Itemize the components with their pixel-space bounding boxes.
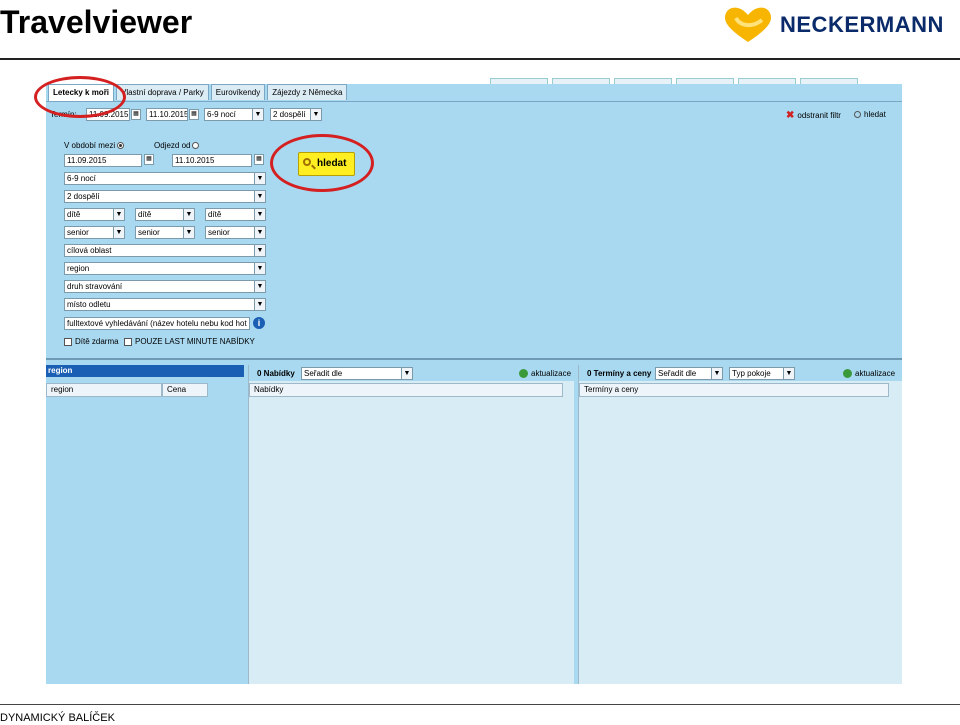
chevron-down-icon: ▼ — [254, 263, 265, 274]
last-minute-checkbox[interactable]: POUZE LAST MINUTE NABÍDKY — [124, 337, 255, 346]
chevron-down-icon: ▼ — [783, 368, 794, 379]
column-region[interactable]: region — [46, 383, 162, 397]
slide-title: Travelviewer — [0, 4, 193, 40]
neckermann-logo: NECKERMANN — [722, 4, 944, 44]
child-select-3[interactable]: dítě ▼ — [205, 208, 266, 221]
form-date-from[interactable]: 11.09.2015 — [64, 154, 142, 167]
region-pane-header: region — [46, 365, 244, 377]
chevron-down-icon: ▼ — [113, 209, 124, 220]
search-icon — [854, 111, 861, 119]
senior-select-2[interactable]: senior ▼ — [135, 226, 195, 239]
offers-refresh-button[interactable]: aktualizace — [519, 369, 571, 379]
toolbar-search-button[interactable]: hledat — [854, 110, 886, 119]
chevron-down-icon: ▼ — [401, 368, 412, 379]
checkbox-icon — [64, 337, 72, 346]
brand-name: NECKERMANN — [780, 12, 944, 37]
fulltext-search-input[interactable]: fulltextové vyhledávání (název hotelu ne… — [64, 317, 250, 330]
terms-toolbar: 0 Termíny a ceny Seřadit dle ▼ Typ pokoje… — [579, 365, 902, 381]
chevron-down-icon: ▼ — [254, 191, 265, 202]
terms-refresh-button[interactable]: aktualizace — [843, 369, 895, 379]
child-select-1[interactable]: dítě ▼ — [64, 208, 125, 221]
destination-select[interactable]: cílová oblast ▼ — [64, 244, 266, 257]
chevron-down-icon: ▼ — [711, 368, 722, 379]
column-price[interactable]: Cena — [162, 383, 208, 397]
chevron-down-icon: ▼ — [254, 299, 265, 310]
offers-sort-select[interactable]: Seřadit dle ▼ — [301, 367, 413, 380]
offers-toolbar: 0 Nabídky Seřadit dle ▼ aktualizace — [249, 365, 574, 381]
calendar-icon[interactable]: ▦ — [189, 109, 199, 120]
highlight-ring-tab — [34, 76, 126, 118]
room-type-select[interactable]: Typ pokoje ▼ — [729, 367, 795, 380]
calendar-icon[interactable]: ▦ — [254, 154, 264, 165]
tab-underline — [46, 101, 902, 102]
chevron-down-icon: ▼ — [254, 281, 265, 292]
adults-select[interactable]: 2 dospělí ▼ — [64, 190, 266, 203]
calendar-icon[interactable]: ▦ — [131, 109, 141, 120]
info-icon[interactable]: i — [253, 317, 265, 329]
refresh-icon — [843, 369, 852, 379]
travelviewer-app: Letecky k moři Vlastní doprava / Parky E… — [46, 78, 902, 684]
radio-icon — [192, 142, 200, 150]
tab-zajezdy-z-nemecka[interactable]: Zájezdy z Německa — [267, 84, 348, 100]
terms-sort-select[interactable]: Seřadit dle ▼ — [655, 367, 723, 380]
radio-icon — [117, 142, 125, 150]
remove-filter-button[interactable]: ✖ odstranit filtr — [786, 110, 841, 121]
offers-pane: 0 Nabídky Seřadit dle ▼ aktualizace Nabíd… — [248, 365, 574, 684]
nights-select[interactable]: 6-9 nocí ▼ — [64, 172, 266, 185]
panel-divider — [46, 358, 902, 360]
chevron-down-icon: ▼ — [183, 227, 194, 238]
chevron-down-icon: ▼ — [254, 227, 265, 238]
departure-place-select[interactable]: místo odletu ▼ — [64, 298, 266, 311]
departure-option[interactable]: Odjezd od — [154, 141, 200, 150]
chevron-down-icon: ▼ — [252, 109, 263, 120]
region-select[interactable]: region ▼ — [64, 262, 266, 275]
senior-select-3[interactable]: senior ▼ — [205, 226, 266, 239]
title-divider — [0, 58, 960, 60]
chevron-down-icon: ▼ — [113, 227, 124, 238]
terms-pane: 0 Termíny a ceny Seřadit dle ▼ Typ pokoje… — [578, 365, 902, 684]
chevron-down-icon: ▼ — [254, 209, 265, 220]
chevron-down-icon: ▼ — [254, 173, 265, 184]
senior-select-1[interactable]: senior ▼ — [64, 226, 125, 239]
toolbar-adults-select[interactable]: 2 dospělí ▼ — [270, 108, 322, 121]
child-select-2[interactable]: dítě ▼ — [135, 208, 195, 221]
toolbar-nights-select[interactable]: 6-9 nocí ▼ — [204, 108, 264, 121]
board-select[interactable]: druh stravování ▼ — [64, 280, 266, 293]
footer-caption: DYNAMICKÝ BALÍČEK — [0, 712, 115, 724]
tab-vlastni-doprava[interactable]: Vlastní doprava / Parky — [116, 84, 209, 100]
footer-divider — [0, 704, 960, 705]
column-offers[interactable]: Nabídky — [249, 383, 563, 397]
form-date-to[interactable]: 11.10.2015 — [172, 154, 252, 167]
tab-strip-stubs — [486, 78, 858, 84]
heart-logo-icon — [724, 7, 772, 42]
tab-eurovikendy[interactable]: Eurovíkendy — [210, 84, 266, 100]
checkbox-icon — [124, 337, 132, 346]
chevron-down-icon: ▼ — [254, 245, 265, 256]
chevron-down-icon: ▼ — [310, 109, 321, 120]
region-pane: region region Cena — [46, 365, 244, 684]
toolbar-date-to[interactable]: 11.10.2015 — [146, 108, 188, 121]
close-icon: ✖ — [786, 110, 795, 121]
child-free-checkbox[interactable]: Dítě zdarma — [64, 337, 119, 346]
offers-count: 0 Nabídky — [257, 369, 295, 378]
highlight-ring-search — [270, 134, 374, 192]
period-option[interactable]: V období mezi — [64, 141, 125, 150]
chevron-down-icon: ▼ — [183, 209, 194, 220]
refresh-icon — [519, 369, 528, 379]
column-terms[interactable]: Termíny a ceny — [579, 383, 889, 397]
calendar-icon[interactable]: ▦ — [144, 154, 154, 165]
terms-count: 0 Termíny a ceny — [587, 369, 652, 378]
